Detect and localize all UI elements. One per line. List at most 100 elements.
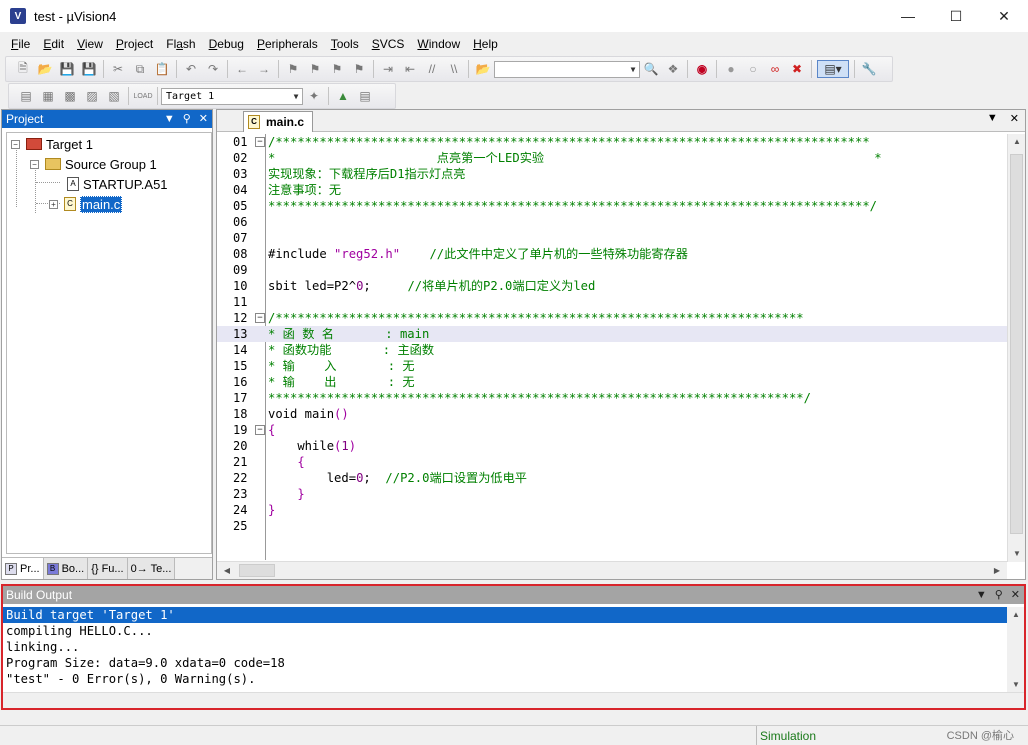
nav-forward-icon[interactable]: → (255, 60, 273, 78)
code-line[interactable]: 22 led=0; //P2.0端口设置为低电平 (217, 470, 1007, 486)
tree-item-main[interactable]: + C main.c (49, 195, 123, 213)
tab-project[interactable]: P Pr... (2, 558, 44, 579)
download-load-icon[interactable]: LOAD (133, 87, 152, 105)
bookmark-icon[interactable]: ⚑ (284, 60, 302, 78)
tree-item-source-group[interactable]: − Source Group 1 (30, 155, 157, 173)
find-combo[interactable]: ▼ (494, 60, 640, 78)
code-line[interactable]: 03 实现现象：下载程序后D1指示灯点亮 (217, 166, 1007, 182)
pin-icon[interactable]: ⚲ (995, 586, 1003, 604)
build-output-text[interactable]: Build target 'Target 1' compiling HELLO.… (3, 607, 1010, 687)
code-line[interactable]: 09 (217, 262, 1007, 278)
paste-icon[interactable]: 📋 (153, 60, 171, 78)
bookmark-clear-icon[interactable]: ⚑ (350, 60, 368, 78)
save-all-icon[interactable]: 💾 (80, 60, 98, 78)
scroll-right-icon[interactable]: ▶ (989, 563, 1005, 579)
configure-tools-icon[interactable]: 🔧 (860, 60, 878, 78)
rebuild-icon[interactable]: ▩ (61, 87, 79, 105)
code-line[interactable]: 19−{ (217, 422, 1007, 438)
code-line[interactable]: 08 #include "reg52.h" //此文件中定义了单片机的一些特殊功能… (217, 246, 1007, 262)
scroll-left-icon[interactable]: ◀ (219, 563, 235, 579)
breakpoint-disable-all-icon[interactable]: ∞ (766, 60, 784, 78)
debug-session-icon[interactable]: ◉ (693, 60, 711, 78)
code-line[interactable]: 17 **************************************… (217, 390, 1007, 406)
find-in-files-icon[interactable]: 📂 (474, 60, 492, 78)
target-options-icon[interactable]: ✦ (305, 87, 323, 105)
editor-horizontal-scrollbar[interactable]: ◀ ▶ (217, 561, 1007, 579)
scroll-up-icon[interactable]: ▲ (1008, 607, 1024, 623)
code-line[interactable]: 11 (217, 294, 1007, 310)
menu-tools[interactable]: Tools (324, 37, 365, 51)
collapse-icon[interactable]: − (30, 159, 39, 169)
translate-icon[interactable]: ▤ (17, 87, 35, 105)
redo-icon[interactable]: ↷ (204, 60, 222, 78)
undo-icon[interactable]: ↶ (182, 60, 200, 78)
copy-icon[interactable]: ⧉ (131, 60, 149, 78)
save-icon[interactable]: 💾 (58, 60, 76, 78)
menu-debug[interactable]: Debug (202, 37, 250, 51)
code-line[interactable]: 25 (217, 518, 1007, 534)
window-layout-icon[interactable]: ▤▾ (817, 60, 849, 78)
fold-toggle-icon[interactable]: − (255, 313, 265, 323)
dropdown-arrow-icon[interactable]: ▼ (164, 110, 175, 128)
incremental-find-icon[interactable]: ❖ (664, 60, 682, 78)
menu-window[interactable]: Window (410, 37, 466, 51)
fold-toggle-icon[interactable]: − (255, 425, 265, 435)
tab-templates[interactable]: 0→ Te... (127, 558, 176, 579)
new-file-icon[interactable]: 🗎 (14, 60, 32, 78)
code-line[interactable]: 07 (217, 230, 1007, 246)
code-line[interactable]: 15 * 输 入 : 无 (217, 358, 1007, 374)
manage-components-icon[interactable]: ▤ (356, 87, 374, 105)
menu-project[interactable]: Project (109, 37, 159, 51)
menu-view[interactable]: View (70, 37, 109, 51)
dropdown-arrow-icon[interactable]: ▼ (976, 586, 987, 604)
menu-file[interactable]: File (4, 37, 36, 51)
editor-vertical-scrollbar[interactable]: ▲ ▼ (1007, 134, 1025, 562)
breakpoint-icon[interactable]: ● (722, 60, 740, 78)
code-line[interactable]: 02 * 点亮第一个LED实验 * (217, 150, 1007, 166)
open-folder-icon[interactable]: 📂 (36, 60, 54, 78)
maximize-button[interactable]: ☐ (932, 0, 980, 32)
pin-icon[interactable]: ⚲ (183, 110, 191, 128)
tree-item-target[interactable]: − Target 1 (11, 135, 93, 153)
code-line[interactable]: 23 } (217, 486, 1007, 502)
code-line[interactable]: 16 * 输 出 : 无 (217, 374, 1007, 390)
code-line[interactable]: 20 while(1) (217, 438, 1007, 454)
code-line[interactable]: 06 (217, 214, 1007, 230)
stop-build-icon[interactable]: ▧ (105, 87, 123, 105)
tab-functions[interactable]: {} Fu... (88, 558, 128, 579)
breakpoint-disable-icon[interactable]: ○ (744, 60, 762, 78)
menu-edit[interactable]: Edit (36, 37, 70, 51)
menu-peripherals[interactable]: Peripherals (250, 37, 324, 51)
tab-main-c[interactable]: C main.c (243, 111, 314, 132)
build-vertical-scrollbar[interactable]: ▲ ▼ (1007, 607, 1024, 693)
close-icon[interactable]: ✕ (1011, 586, 1020, 604)
find-icon[interactable]: 🔍 (642, 60, 660, 78)
minimize-button[interactable]: — (884, 0, 932, 32)
scroll-thumb[interactable] (239, 564, 275, 577)
bookmark-next-icon[interactable]: ⚑ (328, 60, 346, 78)
build-icon[interactable]: ▦ (39, 87, 57, 105)
build-horizontal-scrollbar[interactable] (3, 692, 1024, 708)
code-editor[interactable]: 01−/************************************… (217, 134, 1007, 560)
menu-flash[interactable]: Flash (159, 37, 201, 51)
collapse-icon[interactable]: − (11, 139, 20, 149)
code-line[interactable]: 18 void main() (217, 406, 1007, 422)
code-line[interactable]: 13 * 函 数 名 : main (217, 326, 1007, 342)
dropdown-arrow-icon[interactable]: ▼ (987, 112, 998, 125)
tree-item-startup[interactable]: A STARTUP.A51 (67, 175, 168, 193)
scroll-down-icon[interactable]: ▼ (1009, 546, 1025, 562)
bookmark-prev-icon[interactable]: ⚑ (306, 60, 324, 78)
scroll-down-icon[interactable]: ▼ (1008, 677, 1024, 693)
close-icon[interactable]: ✕ (199, 110, 208, 128)
code-line[interactable]: 01−/************************************… (217, 134, 1007, 150)
close-icon[interactable]: ✕ (1010, 112, 1019, 125)
breakpoint-kill-all-icon[interactable]: ✖ (788, 60, 806, 78)
close-button[interactable]: ✕ (980, 0, 1028, 32)
code-line[interactable]: 05 **************************************… (217, 198, 1007, 214)
unindent-icon[interactable]: ⇤ (401, 60, 419, 78)
menu-svcs[interactable]: SVCS (365, 37, 411, 51)
uncomment-icon[interactable]: \\ (445, 60, 463, 78)
nav-back-icon[interactable]: ← (233, 60, 251, 78)
indent-icon[interactable]: ⇥ (379, 60, 397, 78)
code-line[interactable]: 12−/************************************… (217, 310, 1007, 326)
